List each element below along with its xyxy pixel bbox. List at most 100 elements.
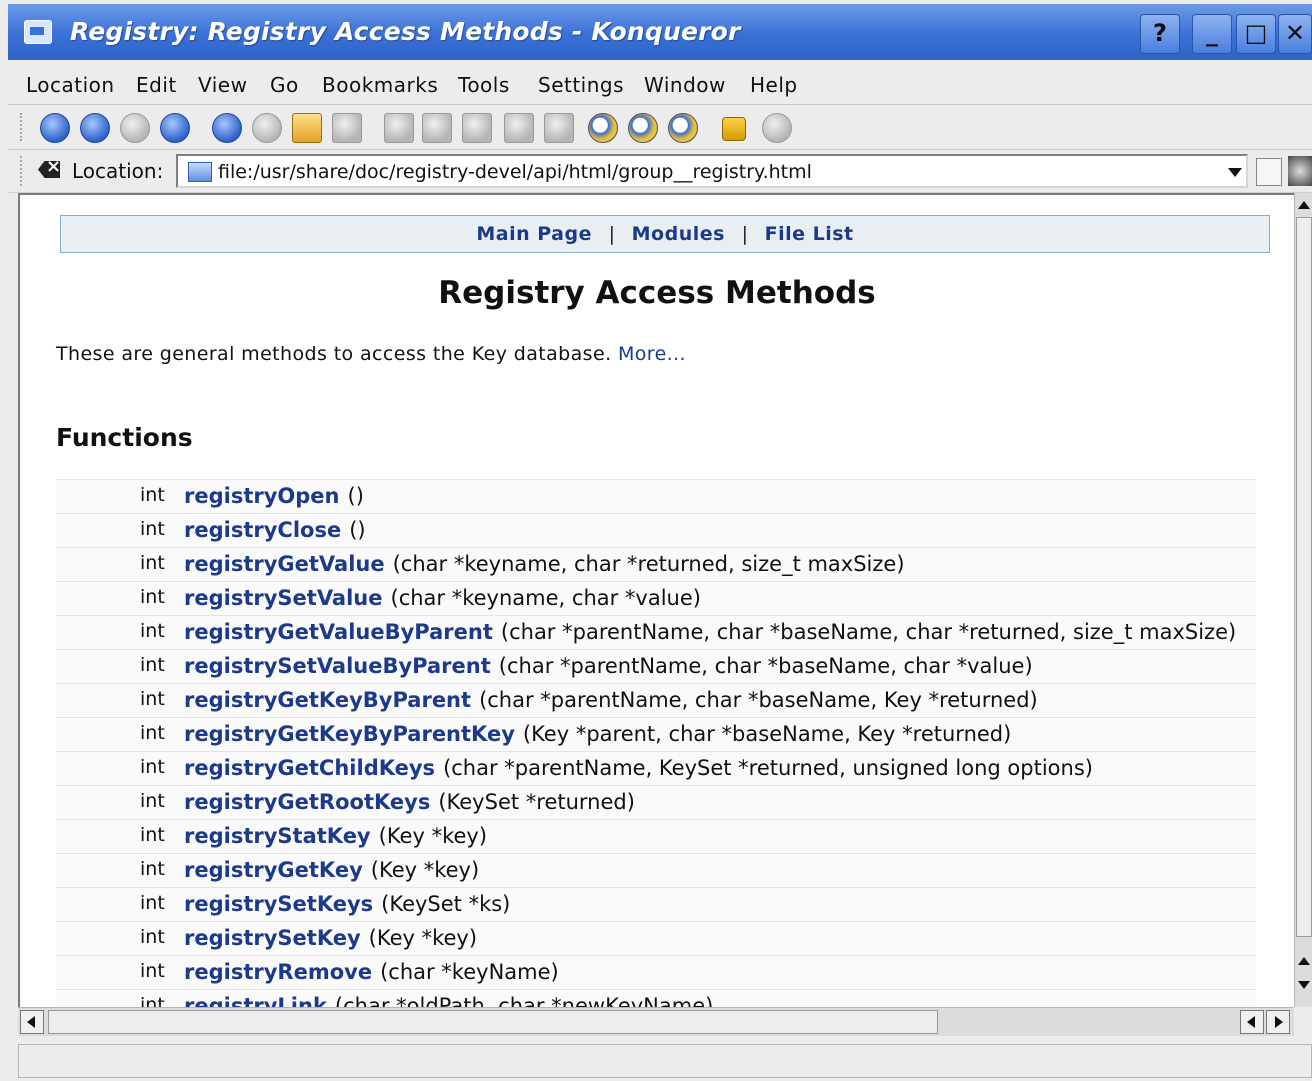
function-row: int registryGetKey (Key *key) xyxy=(56,853,1256,887)
function-return-type: int xyxy=(140,620,165,642)
toolbar-grip[interactable] xyxy=(20,113,28,141)
find-icon[interactable] xyxy=(588,113,618,143)
copy-icon[interactable] xyxy=(422,113,452,143)
konqueror-window: Registry: Registry Access Methods - Konq… xyxy=(8,4,1312,1081)
scroll-up-icon[interactable] xyxy=(1298,201,1310,209)
function-name-link[interactable]: registryGetChildKeys xyxy=(184,756,435,780)
home-icon[interactable] xyxy=(160,113,190,143)
function-name-link[interactable]: registryGetKeyByParentKey xyxy=(184,722,515,746)
main-toolbar xyxy=(8,105,1312,150)
scroll-left-button[interactable] xyxy=(20,1010,44,1034)
stop-icon[interactable] xyxy=(252,113,282,143)
throbber-icon[interactable] xyxy=(1288,156,1312,186)
function-link-wrapper: registryGetKeyByParent (char *parentName,… xyxy=(184,688,1038,712)
function-link-wrapper: registryRemove (char *keyName) xyxy=(184,960,559,984)
function-row: int registryGetKeyByParentKey (Key *parent… xyxy=(56,717,1256,751)
scroll-right-button[interactable] xyxy=(1266,1010,1290,1034)
scroll-down-icon[interactable] xyxy=(1298,981,1310,989)
functions-heading: Functions xyxy=(56,423,193,452)
vertical-scrollbar[interactable] xyxy=(1294,193,1312,1007)
function-args: (KeySet *ks) xyxy=(381,892,511,916)
url-text[interactable]: file:/usr/share/doc/registry-devel/api/h… xyxy=(218,161,812,183)
paste-icon[interactable] xyxy=(462,113,492,143)
menu-view[interactable]: View xyxy=(198,73,247,97)
function-name-link[interactable]: registryOpen xyxy=(184,484,340,508)
scroll-left-icon xyxy=(1247,1016,1255,1028)
back-icon[interactable] xyxy=(40,113,70,143)
print-icon[interactable] xyxy=(504,113,534,143)
go-button[interactable] xyxy=(1256,158,1282,186)
status-bar xyxy=(18,1044,1312,1078)
function-row: int registryGetChildKeys (char *parentName… xyxy=(56,751,1256,785)
nav-main-page-link[interactable]: Main Page xyxy=(476,223,592,245)
print-preview-icon[interactable] xyxy=(544,113,574,143)
cut-icon[interactable] xyxy=(384,113,414,143)
function-row: int registryLink (char *oldPath, char *new… xyxy=(56,989,1256,1009)
clear-location-icon[interactable] xyxy=(38,161,60,178)
nav-modules-link[interactable]: Modules xyxy=(632,223,725,245)
minimize-button[interactable]: _ xyxy=(1192,14,1232,54)
menu-location[interactable]: Location xyxy=(26,73,115,97)
function-name-link[interactable]: registryClose xyxy=(184,518,341,542)
forward-icon[interactable] xyxy=(80,113,110,143)
up-icon[interactable] xyxy=(120,113,150,143)
function-name-link[interactable]: registryGetKey xyxy=(184,858,363,882)
menu-tools[interactable]: Tools xyxy=(458,73,510,97)
function-name-link[interactable]: registryGetRootKeys xyxy=(184,790,430,814)
nav-separator: | xyxy=(608,223,616,245)
help-button[interactable]: ? xyxy=(1140,14,1180,54)
lock-icon[interactable] xyxy=(722,117,746,141)
security-icon[interactable] xyxy=(762,113,792,143)
horizontal-scroll-thumb[interactable] xyxy=(48,1010,938,1034)
edit-icon[interactable] xyxy=(292,113,322,143)
functions-table: int registryOpen() int registryClose() int re… xyxy=(56,479,1256,1009)
scroll-left-button[interactable] xyxy=(1240,1010,1264,1034)
function-name-link[interactable]: registrySetKey xyxy=(184,926,361,950)
function-return-type: int xyxy=(140,586,165,608)
menu-bookmarks[interactable]: Bookmarks xyxy=(322,73,438,97)
horizontal-scrollbar[interactable] xyxy=(18,1007,1294,1036)
doxygen-navbar: Main Page | Modules | File List xyxy=(60,215,1270,253)
intro-sentence: These are general methods to access the … xyxy=(56,343,612,365)
function-name-link[interactable]: registryStatKey xyxy=(184,824,371,848)
function-name-link[interactable]: registrySetValueByParent xyxy=(184,654,491,678)
menu-edit[interactable]: Edit xyxy=(136,73,177,97)
function-return-type: int xyxy=(140,688,165,710)
chevron-down-icon[interactable] xyxy=(1228,168,1242,177)
function-name-link[interactable]: registrySetKeys xyxy=(184,892,373,916)
function-name-link[interactable]: registrySetValue xyxy=(184,586,383,610)
title-bar[interactable]: Registry: Registry Access Methods - Konq… xyxy=(8,4,1312,60)
function-return-type: int xyxy=(140,892,165,914)
zoom-in-icon[interactable] xyxy=(628,113,658,143)
spellcheck-icon[interactable] xyxy=(332,113,362,143)
function-row: int registryGetValueByParent (char *parent… xyxy=(56,615,1256,649)
function-row: int registryGetKeyByParent (char *parentNa… xyxy=(56,683,1256,717)
zoom-out-icon[interactable] xyxy=(668,113,698,143)
menu-help[interactable]: Help xyxy=(750,73,798,97)
reload-icon[interactable] xyxy=(212,113,242,143)
konqueror-app-icon[interactable] xyxy=(24,20,52,44)
close-button[interactable]: ✕ xyxy=(1278,14,1312,54)
nav-file-list-link[interactable]: File List xyxy=(765,223,854,245)
url-input[interactable]: file:/usr/share/doc/registry-devel/api/h… xyxy=(176,154,1248,188)
function-name-link[interactable]: registryGetKeyByParent xyxy=(184,688,471,712)
function-args: () xyxy=(349,518,366,542)
function-row: int registryGetRootKeys (KeySet *returned) xyxy=(56,785,1256,819)
function-name-link[interactable]: registryGetValueByParent xyxy=(184,620,493,644)
scroll-up-icon[interactable] xyxy=(1298,957,1310,965)
function-link-wrapper: registrySetValue (char *keyname, char *va… xyxy=(184,586,701,610)
more-link[interactable]: More... xyxy=(618,343,686,365)
function-name-link[interactable]: registryRemove xyxy=(184,960,372,984)
menu-window[interactable]: Window xyxy=(644,73,726,97)
maximize-button[interactable]: □ xyxy=(1236,14,1276,54)
function-link-wrapper: registryGetValueByParent (char *parentNam… xyxy=(184,620,1236,644)
function-return-type: int xyxy=(140,552,165,574)
menu-go[interactable]: Go xyxy=(270,73,299,97)
page-view[interactable]: Main Page | Modules | File List Registry… xyxy=(18,193,1294,1009)
function-row: int registryOpen () xyxy=(56,479,1256,513)
function-row: int registryGetValue (char *keyname, char … xyxy=(56,547,1256,581)
menu-settings[interactable]: Settings xyxy=(538,73,624,97)
function-name-link[interactable]: registryGetValue xyxy=(184,552,385,576)
vertical-scroll-thumb[interactable] xyxy=(1296,217,1312,937)
locationbar-grip[interactable] xyxy=(20,156,28,186)
